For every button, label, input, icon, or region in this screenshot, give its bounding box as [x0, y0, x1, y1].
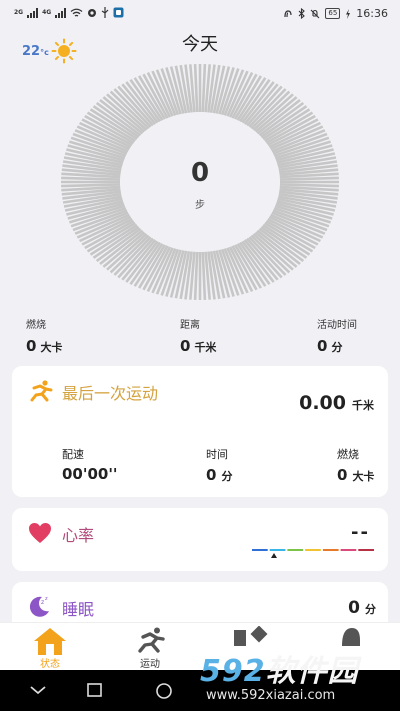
page-title: 今天: [182, 34, 218, 55]
stat-active-time: 活动时间 0分: [317, 316, 357, 355]
bluetooth-icon: [298, 8, 306, 19]
heart-rate-title: 心率: [62, 526, 95, 545]
stat-label: 活动时间: [317, 320, 357, 331]
mute-icon: [310, 9, 320, 18]
stat-unit: 分: [331, 341, 343, 354]
stat-unit: 千米: [194, 341, 217, 354]
running-icon: [138, 627, 165, 653]
usb-icon: [101, 7, 109, 18]
nfc-icon: [284, 9, 292, 17]
last-workout-title: 最后一次运动: [62, 384, 159, 403]
nav-tab-status[interactable]: 状态: [20, 623, 80, 671]
heart-rate-value: --: [351, 522, 370, 543]
heart-icon: [29, 523, 51, 543]
last-workout-card[interactable]: 最后一次运动 0.00 千米 配速 00'00'' 时间 0分 燃烧 0 大卡: [12, 366, 388, 497]
pace-value: 00'00'': [62, 465, 118, 483]
stat-value: 0: [180, 337, 191, 355]
sleep-card[interactable]: z z 睡眠 0分: [12, 582, 388, 622]
nav-label: 运动: [140, 659, 160, 670]
home-icon: [34, 628, 66, 655]
svg-text:z: z: [41, 599, 44, 606]
stat-unit: 大卡: [40, 341, 63, 354]
step-count: 0: [190, 158, 210, 188]
clock: 16:36: [356, 7, 388, 20]
signal-icon: [55, 7, 67, 18]
charging-icon: [346, 8, 351, 19]
nav-tab-workout[interactable]: 运动: [120, 623, 180, 671]
home-button-icon[interactable]: [154, 682, 174, 700]
burn-label: 燃烧: [337, 448, 359, 461]
stat-label: 燃烧: [26, 320, 46, 331]
watermark-logo: 592软件园: [200, 654, 359, 689]
running-icon: [30, 380, 53, 402]
pace-label: 配速: [62, 448, 84, 461]
sleep-title: 睡眠: [62, 600, 95, 619]
signal-icon: [27, 7, 39, 18]
stat-label: 距离: [180, 320, 200, 331]
sleep-value: 0分: [348, 598, 376, 618]
heart-rate-zone-bar: [252, 549, 374, 558]
step-unit-label: 步: [195, 200, 205, 211]
heart-rate-card[interactable]: 心率 --: [12, 508, 388, 571]
moon-icon: z z: [29, 596, 49, 617]
battery-icon: 65: [325, 8, 341, 19]
app-notification-icon: [88, 8, 97, 17]
stat-value: 0: [317, 337, 328, 355]
app-badge-icon: [113, 7, 124, 18]
stat-calories: 燃烧 0 大卡: [26, 316, 62, 355]
time-label: 时间: [206, 448, 228, 461]
time-value: 0分: [206, 466, 233, 484]
network-type-label: 2G: [14, 9, 24, 16]
last-workout-distance: 0.00 千米: [299, 392, 374, 414]
nav-label: 状态: [40, 659, 60, 670]
svg-text:z: z: [45, 596, 48, 602]
back-icon[interactable]: [28, 682, 48, 698]
status-bar: 2G 4G 65 16:36: [0, 0, 400, 28]
network-type-label: 4G: [42, 9, 52, 16]
watermark-url: www.592xiazai.com: [206, 688, 336, 703]
stat-distance: 距离 0 千米: [180, 316, 216, 355]
stat-value: 0: [26, 337, 37, 355]
burn-value: 0 大卡: [337, 466, 375, 484]
recent-apps-icon[interactable]: [86, 682, 104, 698]
watermark: 592软件园 www.592xiazai.com: [196, 640, 400, 711]
wifi-icon: [70, 8, 83, 17]
